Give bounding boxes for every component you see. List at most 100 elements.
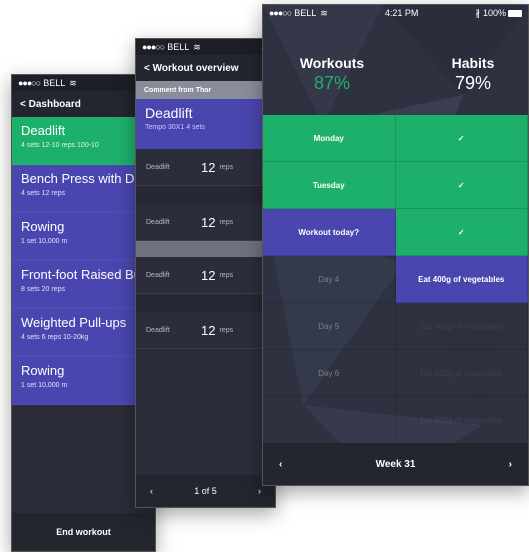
carrier-label: BELL [294,8,317,18]
workout-cell[interactable]: Day 4 [263,256,396,303]
wifi-icon: ≋ [320,7,328,18]
chevron-right-icon[interactable]: › [509,459,512,470]
grid-row: Monday ✓ [263,115,528,162]
check-icon[interactable]: ✓ [395,115,528,162]
workout-cell[interactable]: Workout today? [263,209,396,256]
set-row[interactable]: Deadlift 12 reps [136,312,275,349]
list-item[interactable]: Front-foot Raised Bu 8 sets 20 reps [12,261,155,309]
exercise-name: Rowing [21,219,65,234]
habit-cell[interactable]: Eat 400g of vegetables [395,256,528,303]
chevron-left-icon[interactable]: ‹ [279,459,282,470]
habits-title: Habits [451,55,495,71]
week-navigator: ‹ Week 31 › [263,443,528,485]
exercise-meta: 4 sets 6 reps 10-20kg [21,334,89,341]
carrier-label: BELL [167,42,190,52]
exercise-name: Deadlift [21,123,66,138]
phone-habits: ●●●○○ BELL ≋ 4:21 PM ∦ 100% Workouts 87%… [262,4,529,486]
workouts-summary: Workouts 87% [277,55,387,94]
status-bar: ●●●○○ BELL ≋ 4:21 PM ∦ 100% [263,5,528,21]
set-unit: reps [219,218,234,226]
divider [136,241,275,257]
battery-level: 100% [482,8,506,18]
carrier-label: BELL [43,78,66,88]
divider [136,186,275,204]
set-unit: reps [219,271,234,279]
exercise-name: Deadlift [145,105,193,121]
set-label: Deadlift [146,326,170,334]
exercise-list: Deadlift 4 sets 12-10 reps 100-10 Bench … [12,117,155,405]
set-value: 12 [201,214,216,230]
grid-row: Tuesday ✓ [263,162,528,209]
set-value: 12 [201,159,216,175]
set-label: Deadlift [146,271,170,279]
page-indicator: 1 of 5 [194,486,217,496]
exercise-name: Front-foot Raised Bu [21,267,141,282]
battery-icon [507,9,522,17]
exercise-name: Bench Press with Du [21,171,142,186]
divider [136,294,275,312]
exercise-meta: 4 sets 12 reps [21,190,65,197]
workout-cell[interactable]: Day 5 [263,303,396,350]
signal-icon: ●●●○○ [269,8,292,18]
grid-row: Day 6 Eat 400g of vegetables [263,350,528,397]
workouts-title: Workouts [299,55,365,71]
grid-row: Workout today? ✓ [263,209,528,256]
nav-bar: < Workout overview [136,55,275,81]
habit-cell[interactable]: Eat 400g of vegetables [395,350,528,397]
exercise-meta: 8 sets 20 reps [21,286,65,293]
habit-cell[interactable]: Eat 400g of vegetables [395,303,528,350]
set-value: 12 [201,322,216,338]
set-label: Deadlift [146,163,170,171]
set-label: Deadlift [146,218,170,226]
status-bar: ●●●○○ BELL ≋ 4: [136,39,275,55]
habit-cell[interactable]: Eat 400g of vegetables [395,397,528,444]
list-item[interactable]: Deadlift 4 sets 12-10 reps 100-10 [12,117,155,165]
workout-cell[interactable] [263,397,396,444]
list-item[interactable]: Weighted Pull-ups 4 sets 6 reps 10-20kg [12,309,155,357]
set-row[interactable]: Deadlift 12 reps [136,204,275,241]
wifi-icon: ≋ [193,41,201,52]
chevron-left-icon[interactable]: ‹ [150,486,153,496]
workout-cell[interactable]: Monday [263,115,396,162]
set-unit: reps [219,326,234,334]
bluetooth-icon: ∦ [475,7,480,18]
status-bar: ●●●○○ BELL ≋ 4: [12,75,155,91]
habits-percent: 79% [454,73,492,93]
week-label: Week 31 [375,458,416,470]
back-button[interactable]: < Dashboard [20,99,81,110]
exercise-meta: 1 set 10,000 m [21,238,68,245]
set-value: 12 [201,267,216,283]
nav-bar: < Dashboard D [12,91,155,117]
workouts-percent: 87% [313,73,351,93]
workout-cell[interactable]: Tuesday [263,162,396,209]
wifi-icon: ≋ [69,77,77,88]
exercise-header: Deadlift Tempo 30X1 4 sets [136,99,275,149]
signal-icon: ●●●○○ [18,78,41,88]
exercise-meta: 4 sets 12-10 reps 100-10 [21,142,99,149]
set-row[interactable]: Deadlift 12 reps [136,149,275,186]
grid-row: Day 5 Eat 400g of vegetables [263,303,528,350]
chevron-right-icon[interactable]: › [258,486,261,496]
comment-header[interactable]: Comment from Thor [136,81,275,99]
list-item[interactable]: Rowing 1 set 10,000 m [12,357,155,405]
set-row[interactable]: Deadlift 12 reps [136,257,275,294]
clock: 4:21 PM [384,8,419,18]
list-item[interactable]: Bench Press with Du 4 sets 12 reps [12,165,155,213]
grid-row: Day 4 Eat 400g of vegetables [263,256,528,303]
check-icon[interactable]: ✓ [395,209,528,256]
pager: ‹ 1 of 5 › [136,475,275,507]
exercise-name: Rowing [21,363,65,378]
end-workout-button[interactable]: End workout [12,513,155,551]
habits-summary: Habits 79% [418,55,528,94]
signal-icon: ●●●○○ [142,42,165,52]
list-item[interactable]: Rowing 1 set 10,000 m [12,213,155,261]
workout-cell[interactable]: Day 6 [263,350,396,397]
phone-workout-overview: ●●●○○ BELL ≋ 4: < Workout overview Comme… [135,38,276,508]
check-icon[interactable]: ✓ [395,162,528,209]
back-button[interactable]: < Workout overview [144,63,239,74]
grid-row: Eat 400g of vegetables [263,397,528,444]
exercise-meta: Tempo 30X1 4 sets [145,124,205,131]
habit-grid: Monday ✓ Tuesday ✓ Workout today? ✓ Day … [263,115,528,444]
exercise-name: Weighted Pull-ups [21,315,127,330]
exercise-meta: 1 set 10,000 m [21,382,68,389]
